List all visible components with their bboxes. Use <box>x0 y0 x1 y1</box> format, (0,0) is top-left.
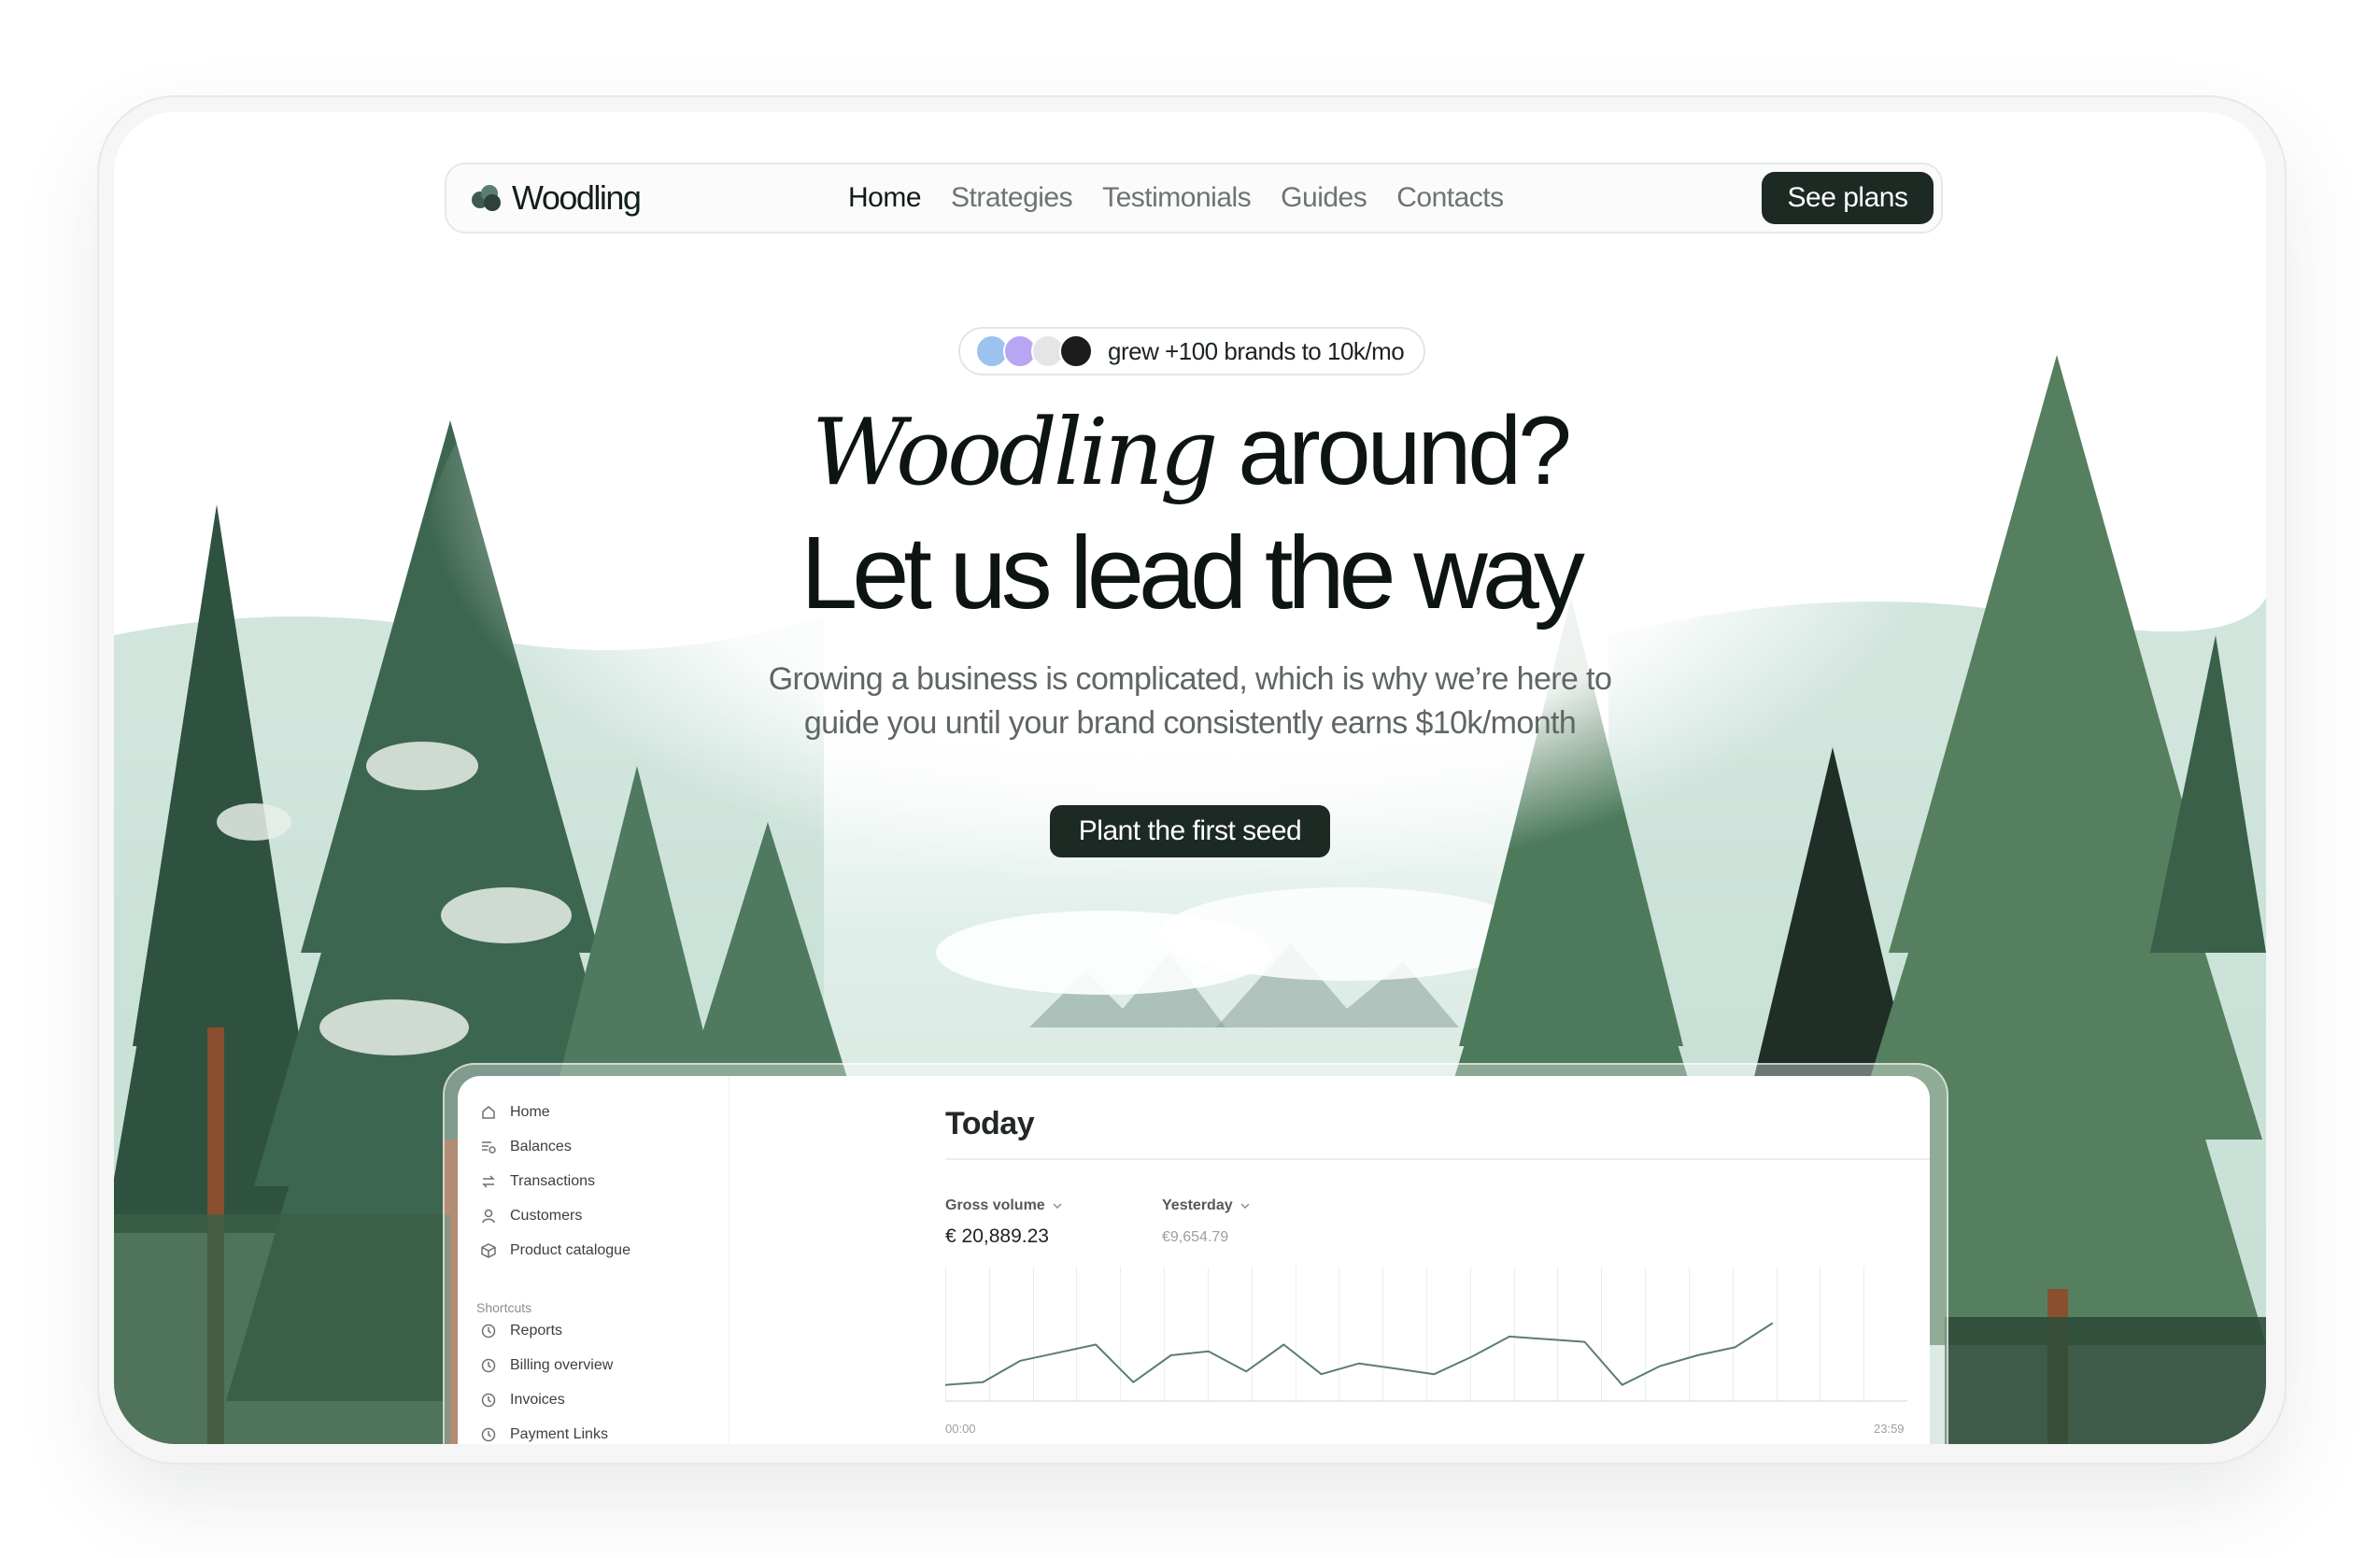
hero-subtitle: Growing a business is complicated, which… <box>721 658 1659 745</box>
sidebar-item-label: Home <box>510 1104 550 1120</box>
clock-icon <box>481 1393 496 1408</box>
user-icon <box>482 1209 495 1224</box>
shortcut-label: Invoices <box>510 1392 565 1408</box>
shortcut-label: Payment Links <box>510 1426 608 1442</box>
transfer-icon <box>482 1175 495 1188</box>
nav-link-contacts[interactable]: Contacts <box>1396 182 1504 214</box>
hero-subtitle-line2: guide you until your brand consistently … <box>803 705 1577 741</box>
shortcut-label: Reports <box>510 1323 563 1338</box>
shortcut-reports[interactable]: Reports <box>480 1317 562 1345</box>
dashboard-sidebar: Home Balances Transactions Customers Pro… <box>458 1076 730 1444</box>
compare-period-dropdown[interactable]: Yesterday <box>1162 1197 1250 1214</box>
balances-icon <box>482 1141 496 1154</box>
shortcuts-heading: Shortcuts <box>476 1300 532 1315</box>
sidebar-item-customers[interactable]: Customers <box>480 1202 582 1230</box>
gross-volume-chart <box>945 1267 1907 1402</box>
sidebar-item-home[interactable]: Home <box>480 1098 550 1126</box>
headline-italic: Woodling <box>812 400 1218 506</box>
compare-period-label: Yesterday <box>1162 1197 1233 1213</box>
shortcut-label: Billing overview <box>510 1357 614 1373</box>
brand-avatars <box>975 334 1093 368</box>
dashboard-preview: Home Balances Transactions Customers Pro… <box>458 1076 1930 1444</box>
see-plans-button[interactable]: See plans <box>1762 172 1934 224</box>
top-navigation: Woodling Home Strategies Testimonials Gu… <box>445 163 1943 234</box>
browser-screen: Woodling Home Strategies Testimonials Gu… <box>114 112 2266 1444</box>
nav-link-guides[interactable]: Guides <box>1281 182 1367 214</box>
box-icon <box>481 1243 496 1258</box>
headline-rest: around? <box>1238 397 1572 505</box>
sidebar-item-label: Transactions <box>510 1173 595 1189</box>
social-proof-badge: grew +100 brands to 10k/mo <box>958 327 1425 375</box>
shortcut-invoices[interactable]: Invoices <box>480 1386 565 1414</box>
compare-period-value: €9,654.79 <box>1162 1229 1229 1245</box>
gross-volume-label: Gross volume <box>945 1197 1045 1213</box>
nav-links: Home Strategies Testimonials Guides Cont… <box>848 164 1504 232</box>
woodling-logo-icon <box>472 185 501 211</box>
hero-headline-line2: Let us lead the way <box>800 516 1585 630</box>
title-divider <box>945 1158 1930 1160</box>
sidebar-item-transactions[interactable]: Transactions <box>480 1168 595 1196</box>
chevron-down-icon <box>1053 1203 1062 1210</box>
nav-link-strategies[interactable]: Strategies <box>951 182 1073 214</box>
badge-text: grew +100 brands to 10k/mo <box>1108 336 1405 365</box>
brand-name: Woodling <box>512 178 642 217</box>
nav-link-home[interactable]: Home <box>848 182 922 214</box>
chevron-down-icon <box>1240 1203 1250 1210</box>
shortcut-billing-overview[interactable]: Billing overview <box>480 1352 613 1380</box>
brand-logo[interactable]: Woodling <box>469 177 642 219</box>
sidebar-item-label: Product catalogue <box>510 1242 630 1258</box>
dashboard-title: Today <box>945 1106 1035 1141</box>
sidebar-item-balances[interactable]: Balances <box>480 1133 572 1161</box>
home-icon <box>482 1106 495 1119</box>
sidebar-item-label: Customers <box>510 1208 583 1224</box>
clock-icon <box>481 1324 496 1338</box>
brand-avatar-icon <box>1059 334 1093 368</box>
nav-link-testimonials[interactable]: Testimonials <box>1102 182 1252 214</box>
axis-start-label: 00:00 <box>945 1422 976 1436</box>
clock-icon <box>481 1358 496 1373</box>
clock-icon <box>481 1427 496 1442</box>
hero-subtitle-line1: Growing a business is complicated, which… <box>768 661 1612 697</box>
gross-volume-line <box>945 1322 1774 1386</box>
plant-first-seed-button[interactable]: Plant the first seed <box>1050 805 1330 857</box>
sidebar-item-label: Balances <box>510 1139 572 1154</box>
axis-end-label: 23:59 <box>1874 1422 1905 1436</box>
sidebar-item-product-catalogue[interactable]: Product catalogue <box>480 1237 630 1265</box>
hero-headline-line1: Woodling around? <box>114 400 2266 504</box>
gross-volume-dropdown[interactable]: Gross volume <box>945 1197 1062 1214</box>
gross-volume-value: € 20,889.23 <box>945 1225 1049 1247</box>
shortcut-payment-links[interactable]: Payment Links <box>480 1421 608 1444</box>
